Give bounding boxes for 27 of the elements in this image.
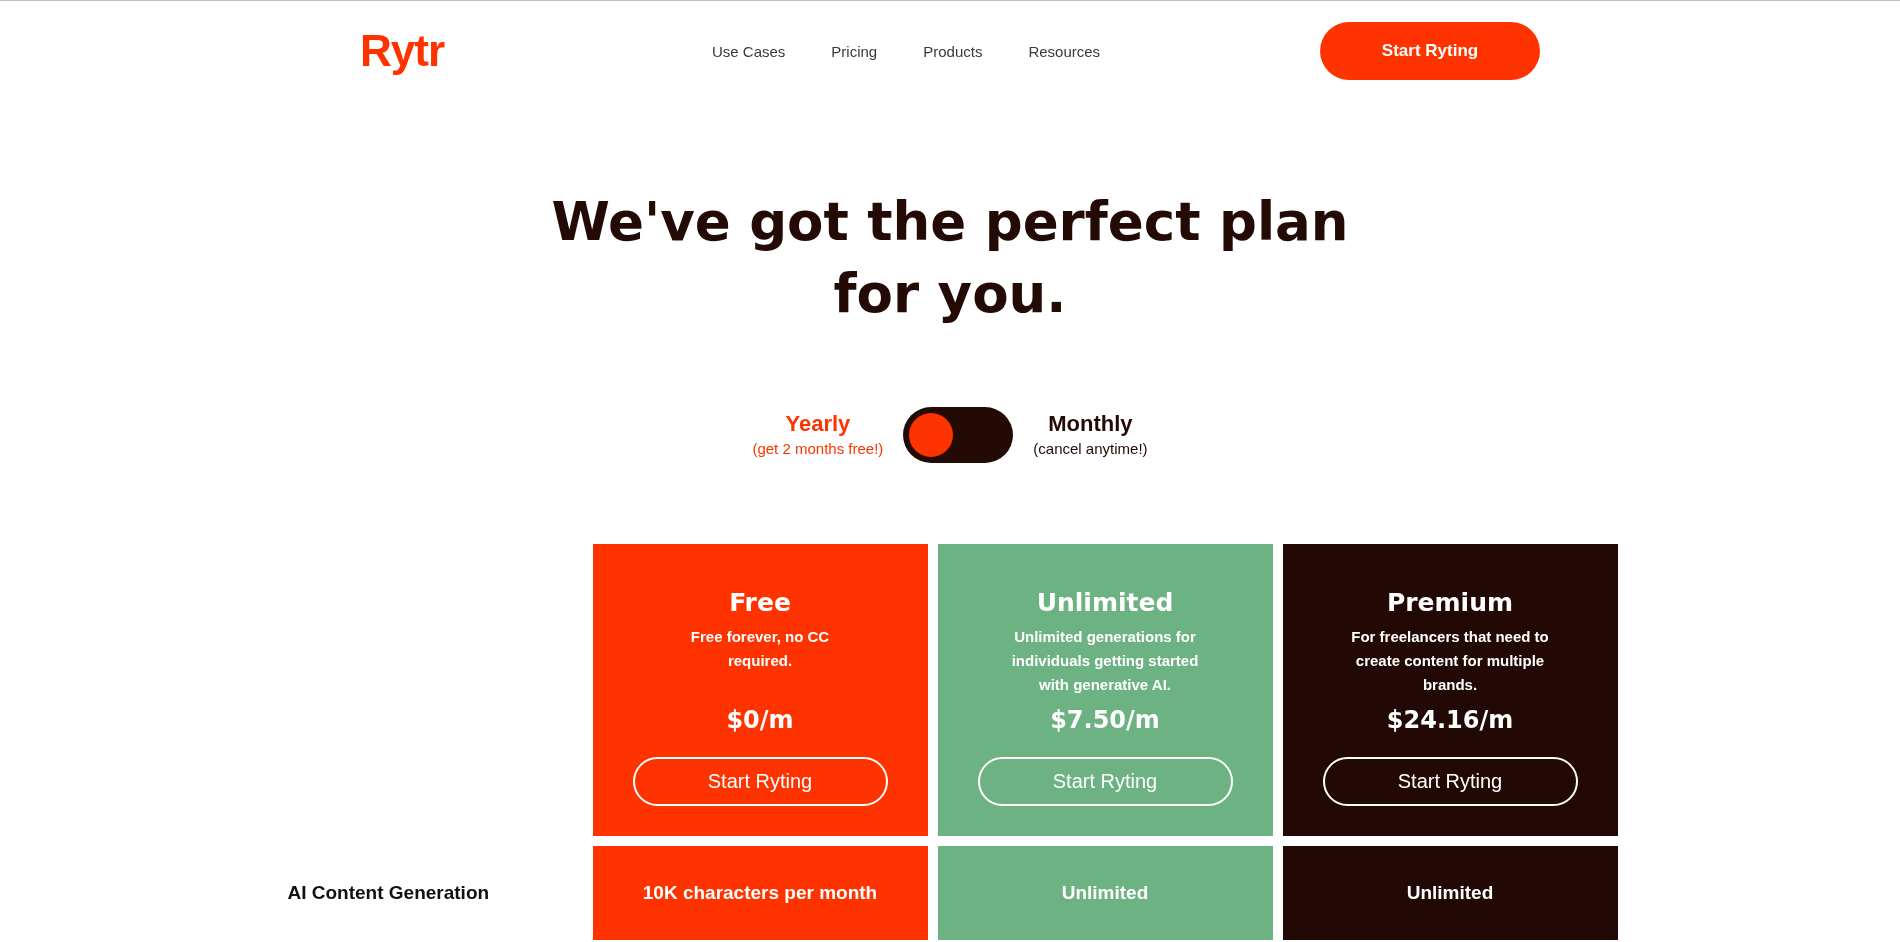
plan-name: Free xyxy=(729,588,791,618)
plan-price: $0/m xyxy=(726,705,794,735)
logo[interactable]: Rytr xyxy=(360,26,460,76)
feature-cell: Unlimited xyxy=(1282,846,1618,940)
start-button[interactable]: Start Ryting xyxy=(632,757,888,806)
billing-note: (get 2 months free!) xyxy=(752,439,884,459)
start-button[interactable]: Start Ryting xyxy=(1320,22,1540,80)
plan-price: $7.50/m xyxy=(1050,705,1160,735)
plan-description: Unlimited generations for individuals getting started with generative AI. xyxy=(1010,627,1200,695)
start-button[interactable]: Start Ryting xyxy=(1322,757,1578,806)
nav-link[interactable]: Use Cases xyxy=(712,42,786,60)
feature-cell: 10K characters per month xyxy=(592,846,928,940)
plan-name: Premium xyxy=(1386,588,1514,618)
feature-label: AI Content Generation xyxy=(286,882,490,904)
plan-name: Unlimited xyxy=(1036,588,1174,618)
nav-link[interactable]: Pricing xyxy=(831,42,878,60)
billing-option[interactable]: Yearly xyxy=(785,410,851,438)
nav-link[interactable]: Resources xyxy=(1028,42,1101,60)
billing-note: (cancel anytime!) xyxy=(1033,439,1148,459)
billing-option[interactable]: Monthly xyxy=(1048,410,1133,438)
billing-switch[interactable] xyxy=(903,407,1014,463)
nav-link[interactable]: Products xyxy=(923,42,983,60)
plan-description: For freelancers that need to create content for multiple brands. xyxy=(1350,627,1550,695)
feature-cell: Unlimited xyxy=(937,846,1273,940)
plan-price: $24.16/m xyxy=(1386,705,1514,735)
plan-description: Free forever, no CC required. xyxy=(689,627,831,671)
hero-heading: We've got the perfect plan for you. xyxy=(550,190,1350,326)
